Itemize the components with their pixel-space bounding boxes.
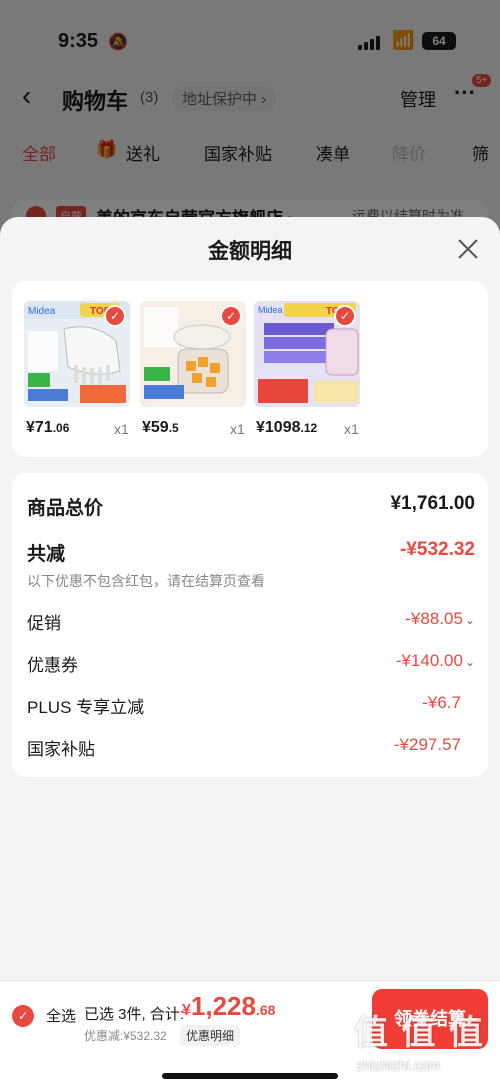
product-thumbnails-card: Midea TOP1 ✓ ¥71.06 x1 Mi: [12, 281, 488, 457]
product-price: ¥71.06: [26, 419, 70, 436]
plus-label: PLUS 专享立减: [27, 698, 145, 717]
watermark-url: zhizhizhi.com: [356, 1057, 441, 1073]
check-icon[interactable]: ✓: [104, 305, 126, 327]
promo-label: 促销: [27, 614, 61, 633]
promo-row[interactable]: 促销 -¥88.05 ⌄: [27, 609, 475, 637]
discount-note: 以下优惠不包含红包，请在结算页查看: [27, 573, 265, 589]
brand-text: Midea: [28, 306, 56, 317]
amount-detail-sheet: 金额明细 Midea TOP1 ✓ ¥71.06 x1 ✓ ¥59.5 x1 M…: [0, 217, 500, 1087]
product-image[interactable]: Midea ✓: [140, 301, 246, 407]
brand-text: Midea: [258, 305, 283, 315]
product-image[interactable]: Midea TOP1 ✓: [24, 301, 130, 407]
product-price: ¥59.5: [142, 419, 179, 436]
product-price: ¥1098.12: [256, 419, 318, 436]
reduction-label: 共减: [27, 544, 66, 565]
check-icon[interactable]: ✓: [220, 305, 242, 327]
select-all-label[interactable]: 全选: [46, 1005, 76, 1026]
total-price: ¥1,228.68: [182, 991, 276, 1021]
select-all-checkbox[interactable]: ✓: [12, 1005, 34, 1027]
sheet-title: 金额明细: [208, 240, 292, 263]
chevron-down-icon[interactable]: ⌄: [465, 655, 475, 669]
discount-amount: 优惠减:¥532.32: [84, 1029, 167, 1043]
national-subsidy-value: -¥297.57: [393, 735, 461, 754]
coupon-value: -¥140.00: [395, 651, 463, 670]
selected-count: 已选 3件, 合计:: [84, 1006, 185, 1023]
plus-value: -¥6.7: [422, 693, 461, 712]
discount-detail-button[interactable]: 优惠明细: [180, 1025, 241, 1046]
product-quantity: x1: [344, 421, 359, 437]
watermark-logo: 值 值 值: [354, 1014, 485, 1052]
reduction-value: -¥532.32: [399, 539, 475, 560]
product-quantity: x1: [230, 421, 245, 437]
goods-total-label: 商品总价: [27, 498, 104, 519]
goods-total-value: ¥1,761.00: [390, 493, 475, 514]
site-watermark: 值 值 值 zhizhizhi.com: [350, 1005, 500, 1085]
price-summary-card: 商品总价 ¥1,761.00 共减 -¥532.32 以下优惠不包含红包，请在结…: [12, 473, 488, 777]
national-subsidy-label: 国家补贴: [27, 740, 95, 759]
goods-total-row: 商品总价 ¥1,761.00: [27, 493, 475, 521]
check-icon[interactable]: ✓: [334, 305, 356, 327]
plus-row: PLUS 专享立减 -¥6.7: [27, 693, 475, 721]
chevron-down-icon[interactable]: ⌄: [465, 613, 475, 627]
product-image[interactable]: Midea TOP1 ✓: [254, 301, 360, 407]
product-quantity: x1: [114, 421, 129, 437]
coupon-row[interactable]: 优惠券 -¥140.00 ⌄: [27, 651, 475, 679]
national-subsidy-row: 国家补贴 -¥297.57: [27, 735, 475, 763]
coupon-label: 优惠券: [27, 656, 78, 675]
close-icon[interactable]: [454, 235, 482, 263]
promo-value: -¥88.05: [405, 609, 463, 628]
reduction-row: 共减 -¥532.32: [27, 539, 475, 567]
home-indicator: [162, 1073, 338, 1079]
